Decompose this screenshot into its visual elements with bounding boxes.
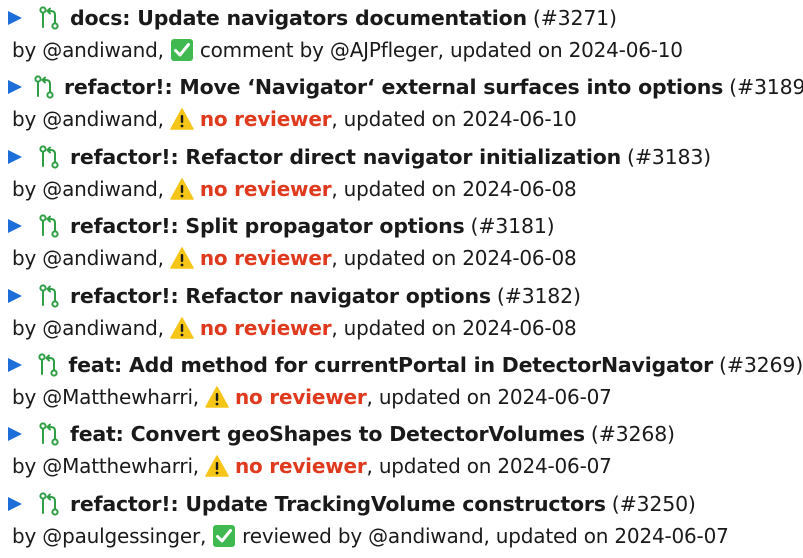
expand-caret-icon[interactable] xyxy=(6,146,28,168)
expand-caret-icon[interactable] xyxy=(6,215,28,237)
pull-request-icon xyxy=(37,352,58,378)
pull-request-title-line: refactor!: Update TrackingVolume constru… xyxy=(6,488,803,520)
pull-request-title-line: feat: Convert geoShapes to DetectorVolum… xyxy=(6,418,803,450)
updated-date: , updated on 2024-06-08 xyxy=(331,315,577,340)
pull-request-meta-line: by @paulgessinger, reviewed by @andiwand… xyxy=(6,520,803,552)
pull-request-meta-line: by @Matthewharri, no reviewer , updated … xyxy=(6,450,803,482)
pull-request-author: by @andiwand, xyxy=(12,246,164,271)
pull-request-icon xyxy=(34,74,54,100)
pull-request-title-line: refactor!: Move ‘Navigator‘ external sur… xyxy=(6,71,803,103)
pull-request-meta-line: by @andiwand, no reviewer , updated on 2… xyxy=(6,242,803,274)
updated-date: , updated on 2024-06-08 xyxy=(331,246,577,271)
pull-request-title[interactable]: docs: Update navigators documentation xyxy=(70,6,527,30)
pull-request-title[interactable]: refactor!: Refactor direct navigator ini… xyxy=(70,145,621,169)
review-status-text: no reviewer xyxy=(199,107,332,132)
pull-request-number[interactable]: (#3182) xyxy=(497,284,581,308)
expand-caret-icon[interactable] xyxy=(6,76,24,98)
pull-request-number[interactable]: (#3268) xyxy=(591,422,675,446)
updated-date: , updated on 2024-06-07 xyxy=(366,384,612,409)
pull-request-title[interactable]: refactor!: Refactor navigator options xyxy=(70,284,491,308)
warning-icon xyxy=(170,246,194,270)
pull-request-title-line: refactor!: Refactor direct navigator ini… xyxy=(6,141,803,173)
review-status-text: no reviewer xyxy=(199,315,332,340)
review-status-text: no reviewer xyxy=(234,454,367,479)
pull-request-title[interactable]: feat: Convert geoShapes to DetectorVolum… xyxy=(70,422,585,446)
review-status-text: reviewed by @andiwand xyxy=(242,523,484,548)
pull-request-icon xyxy=(38,491,60,517)
pull-request-author: by @andiwand, xyxy=(12,176,164,201)
pull-request-item[interactable]: refactor!: Update TrackingVolume constru… xyxy=(0,488,803,557)
pull-request-meta-line: by @andiwand, no reviewer , updated on 2… xyxy=(6,173,803,205)
review-status-text: no reviewer xyxy=(199,176,332,201)
pull-request-meta-line: by @andiwand, no reviewer , updated on 2… xyxy=(6,103,803,135)
warning-icon xyxy=(170,177,194,201)
updated-date: , updated on 2024-06-07 xyxy=(483,523,729,548)
pull-request-title[interactable]: refactor!: Update TrackingVolume constru… xyxy=(70,492,606,516)
pull-request-title[interactable]: feat: Add method for currentPortal in De… xyxy=(68,353,713,377)
check-icon xyxy=(170,38,194,62)
pull-request-number[interactable]: (#3250) xyxy=(612,492,696,516)
pull-request-author: by @Matthewharri, xyxy=(12,454,199,479)
expand-caret-icon[interactable] xyxy=(6,354,27,376)
pull-request-icon xyxy=(38,5,60,31)
warning-icon xyxy=(170,107,194,131)
expand-caret-icon[interactable] xyxy=(6,7,28,29)
pull-request-item[interactable]: refactor!: Refactor navigator options (#… xyxy=(0,280,803,349)
pull-request-icon xyxy=(38,421,60,447)
pull-request-title-line: feat: Add method for currentPortal in De… xyxy=(6,349,803,381)
pull-request-item[interactable]: docs: Update navigators documentation (#… xyxy=(0,2,803,71)
pull-request-icon xyxy=(38,213,60,239)
pull-request-title-line: refactor!: Split propagator options (#31… xyxy=(6,210,803,242)
warning-icon xyxy=(205,454,229,478)
check-icon xyxy=(212,524,236,548)
updated-date: , updated on 2024-06-10 xyxy=(331,107,577,132)
pull-request-item[interactable]: refactor!: Split propagator options (#31… xyxy=(0,210,803,279)
pull-request-number[interactable]: (#3181) xyxy=(471,214,555,238)
warning-icon xyxy=(205,385,229,409)
pull-request-author: by @paulgessinger, xyxy=(12,523,207,548)
pull-request-icon xyxy=(38,144,60,170)
pull-request-number[interactable]: (#3269) xyxy=(719,353,803,377)
pull-request-author: by @Matthewharri, xyxy=(12,384,199,409)
expand-caret-icon[interactable] xyxy=(6,285,28,307)
pull-request-title-line: refactor!: Refactor navigator options (#… xyxy=(6,280,803,312)
pull-request-author: by @andiwand, xyxy=(12,38,164,62)
pull-request-meta-line: by @Matthewharri, no reviewer , updated … xyxy=(6,381,803,413)
pull-request-number[interactable]: (#3183) xyxy=(627,145,711,169)
pull-request-author: by @andiwand, xyxy=(12,107,164,132)
pull-request-item[interactable]: refactor!: Move ‘Navigator‘ external sur… xyxy=(0,71,803,140)
pull-request-item[interactable]: feat: Add method for currentPortal in De… xyxy=(0,349,803,418)
updated-date: , updated on 2024-06-07 xyxy=(366,454,612,479)
pull-request-title[interactable]: refactor!: Split propagator options xyxy=(70,214,465,238)
pull-request-title[interactable]: refactor!: Move ‘Navigator‘ external sur… xyxy=(64,75,723,99)
pull-request-author: by @andiwand, xyxy=(12,315,164,340)
pull-request-title-line: docs: Update navigators documentation (#… xyxy=(6,2,803,34)
pull-request-list: docs: Update navigators documentation (#… xyxy=(0,0,803,557)
updated-date: , updated on 2024-06-10 xyxy=(437,38,683,62)
expand-caret-icon[interactable] xyxy=(6,423,28,445)
pull-request-number[interactable]: (#3271) xyxy=(533,6,617,30)
pull-request-item[interactable]: refactor!: Refactor direct navigator ini… xyxy=(0,141,803,210)
pull-request-meta-line: by @andiwand, no reviewer , updated on 2… xyxy=(6,312,803,344)
pull-request-number[interactable]: (#3189) xyxy=(729,75,803,99)
updated-date: , updated on 2024-06-08 xyxy=(331,176,577,201)
review-status-text: no reviewer xyxy=(199,246,332,271)
pull-request-icon xyxy=(38,283,60,309)
pull-request-meta-line: by @andiwand, comment by @AJPfleger , up… xyxy=(6,34,803,66)
review-status-text: comment by @AJPfleger xyxy=(199,38,438,62)
pull-request-item[interactable]: feat: Convert geoShapes to DetectorVolum… xyxy=(0,418,803,487)
review-status-text: no reviewer xyxy=(234,384,367,409)
expand-caret-icon[interactable] xyxy=(6,493,28,515)
warning-icon xyxy=(170,316,194,340)
